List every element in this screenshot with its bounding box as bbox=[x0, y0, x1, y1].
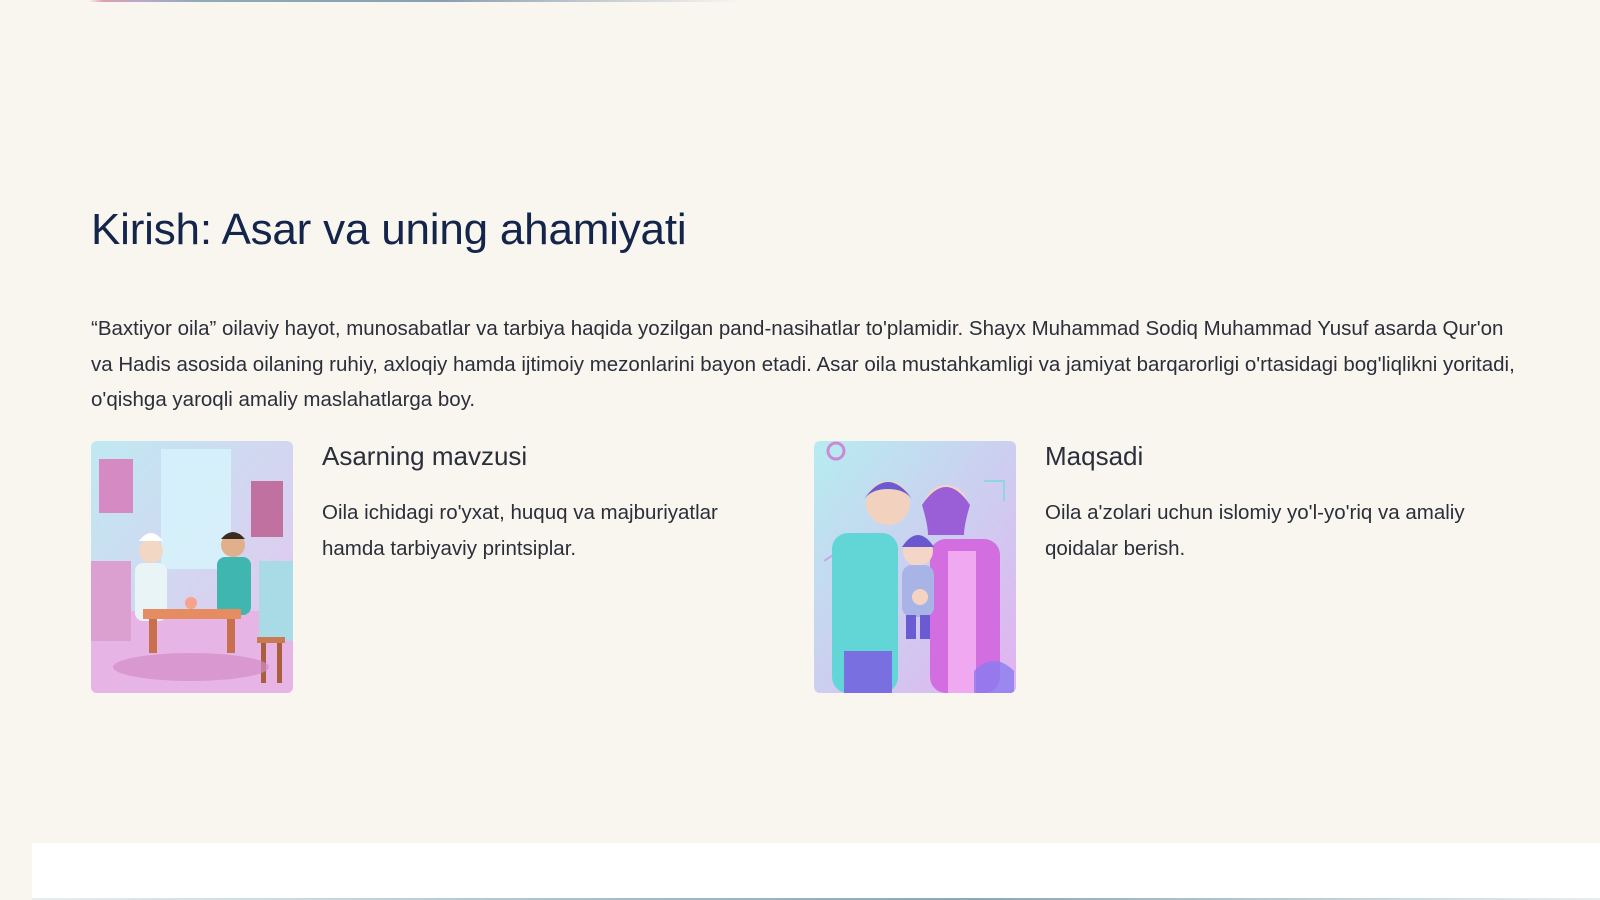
card-topic-illustration bbox=[91, 441, 293, 693]
bottom-panel bbox=[32, 843, 1600, 900]
card-purpose-text: Oila a'zolari uchun islomiy yo'l-yo'riq … bbox=[1045, 501, 1465, 560]
card-topic-text: Oila ichidagi ro'yxat, huquq va majburiy… bbox=[322, 501, 718, 560]
card-purpose: Maqsadi Oila a'zolari uchun islomiy yo'l… bbox=[814, 441, 1514, 693]
card-purpose-title: Maqsadi bbox=[1045, 441, 1144, 471]
slide: Kirish: Asar va uning ahamiyati “Baxtiyo… bbox=[0, 0, 1600, 843]
card-topic: Asarning mavzusi Oila ichidagi ro'yxat, … bbox=[91, 441, 771, 693]
intro-paragraph: “Baxtiyor oila” oilaviy hayot, munosabat… bbox=[91, 317, 1515, 411]
slide-title: Kirish: Asar va uning ahamiyati bbox=[91, 205, 687, 254]
card-purpose-illustration bbox=[814, 441, 1016, 693]
card-topic-title: Asarning mavzusi bbox=[322, 441, 528, 471]
